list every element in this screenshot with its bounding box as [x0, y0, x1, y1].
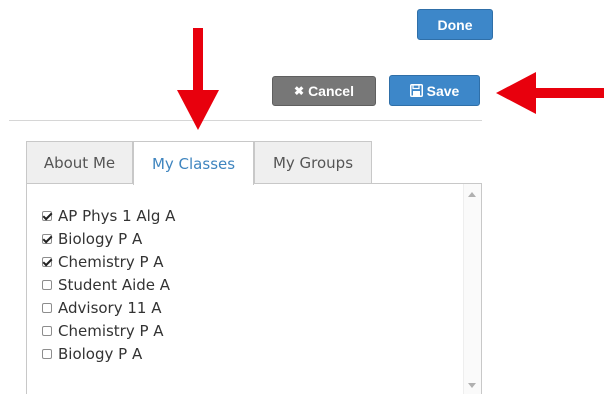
tab-my-groups[interactable]: My Groups	[254, 141, 372, 183]
tab-label: My Classes	[151, 154, 236, 173]
classes-panel: AP Phys 1 Alg A Biology P A Chemistry P …	[26, 183, 482, 394]
class-checkbox[interactable]	[42, 210, 52, 221]
class-label: Student Aide A	[58, 275, 171, 294]
class-label: Chemistry P A	[58, 252, 164, 271]
down-arrow-annotation-icon	[177, 28, 219, 130]
left-arrow-annotation-icon	[496, 72, 604, 114]
list-item[interactable]: AP Phys 1 Alg A	[42, 204, 175, 227]
header-divider	[9, 120, 482, 121]
class-list: AP Phys 1 Alg A Biology P A Chemistry P …	[42, 204, 175, 365]
class-checkbox[interactable]	[42, 279, 52, 290]
scrollbar[interactable]	[463, 184, 481, 394]
done-label: Done	[437, 16, 473, 33]
class-label: Advisory 11 A	[58, 298, 162, 317]
tab-my-classes[interactable]: My Classes	[133, 141, 254, 185]
tab-label: My Groups	[272, 153, 354, 172]
cancel-label: Cancel	[308, 83, 354, 99]
tab-label: About Me	[43, 153, 116, 172]
list-item[interactable]: Advisory 11 A	[42, 296, 175, 319]
done-button[interactable]: Done	[417, 9, 493, 40]
list-item[interactable]: Biology P A	[42, 342, 175, 365]
list-item[interactable]: Biology P A	[42, 227, 175, 250]
scroll-up-arrow-icon[interactable]	[468, 192, 476, 197]
tab-about-me[interactable]: About Me	[26, 141, 133, 183]
class-checkbox[interactable]	[42, 256, 52, 267]
class-checkbox[interactable]	[42, 302, 52, 313]
save-button[interactable]: Save	[389, 75, 480, 106]
class-checkbox[interactable]	[42, 233, 52, 244]
cancel-button[interactable]: ✖ Cancel	[272, 76, 376, 106]
list-item[interactable]: Chemistry P A	[42, 319, 175, 342]
list-item[interactable]: Chemistry P A	[42, 250, 175, 273]
save-label: Save	[426, 82, 460, 99]
class-checkbox[interactable]	[42, 325, 52, 336]
class-label: Biology P A	[58, 344, 143, 363]
floppy-disk-icon	[409, 84, 423, 97]
class-label: AP Phys 1 Alg A	[58, 206, 176, 225]
close-icon: ✖	[294, 84, 305, 98]
list-item[interactable]: Student Aide A	[42, 273, 175, 296]
scroll-down-arrow-icon[interactable]	[468, 383, 476, 388]
class-checkbox[interactable]	[42, 348, 52, 359]
class-label: Biology P A	[58, 229, 143, 248]
class-label: Chemistry P A	[58, 321, 164, 340]
